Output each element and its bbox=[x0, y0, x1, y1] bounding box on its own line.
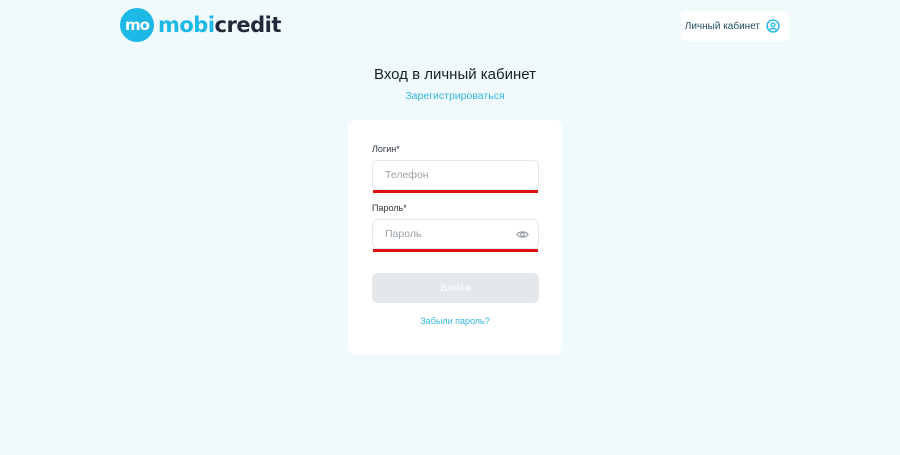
register-link[interactable]: Зарегистрироваться bbox=[0, 90, 900, 102]
personal-cabinet-label: Личный кабинет bbox=[684, 20, 760, 32]
login-submit-button[interactable]: Войти bbox=[372, 273, 539, 303]
login-label: Логин* bbox=[372, 144, 400, 154]
forgot-password-link[interactable]: Забыли пароль? bbox=[348, 316, 562, 326]
login-input[interactable] bbox=[385, 169, 505, 181]
personal-cabinet-button[interactable]: Личный кабинет bbox=[681, 11, 790, 41]
password-error-underline bbox=[373, 249, 538, 252]
login-card: Логин* Пароль* Войти Забыли пароль? bbox=[348, 120, 562, 355]
logo-wordmark-part2: credit bbox=[214, 13, 282, 37]
page-title: Вход в личный кабинет bbox=[374, 66, 536, 83]
brand-logo[interactable]: mo mobicredit bbox=[120, 8, 281, 42]
logo-wordmark-part1: mobi bbox=[158, 13, 215, 37]
password-field[interactable] bbox=[372, 219, 539, 249]
logo-wordmark: mobicredit bbox=[158, 13, 281, 37]
logo-mark: mo bbox=[120, 8, 154, 42]
login-error-underline bbox=[373, 190, 538, 193]
login-field[interactable] bbox=[372, 160, 539, 190]
password-input[interactable] bbox=[385, 228, 505, 240]
eye-icon[interactable] bbox=[516, 228, 529, 241]
password-label: Пароль* bbox=[372, 203, 407, 213]
user-circle-icon bbox=[766, 19, 780, 33]
